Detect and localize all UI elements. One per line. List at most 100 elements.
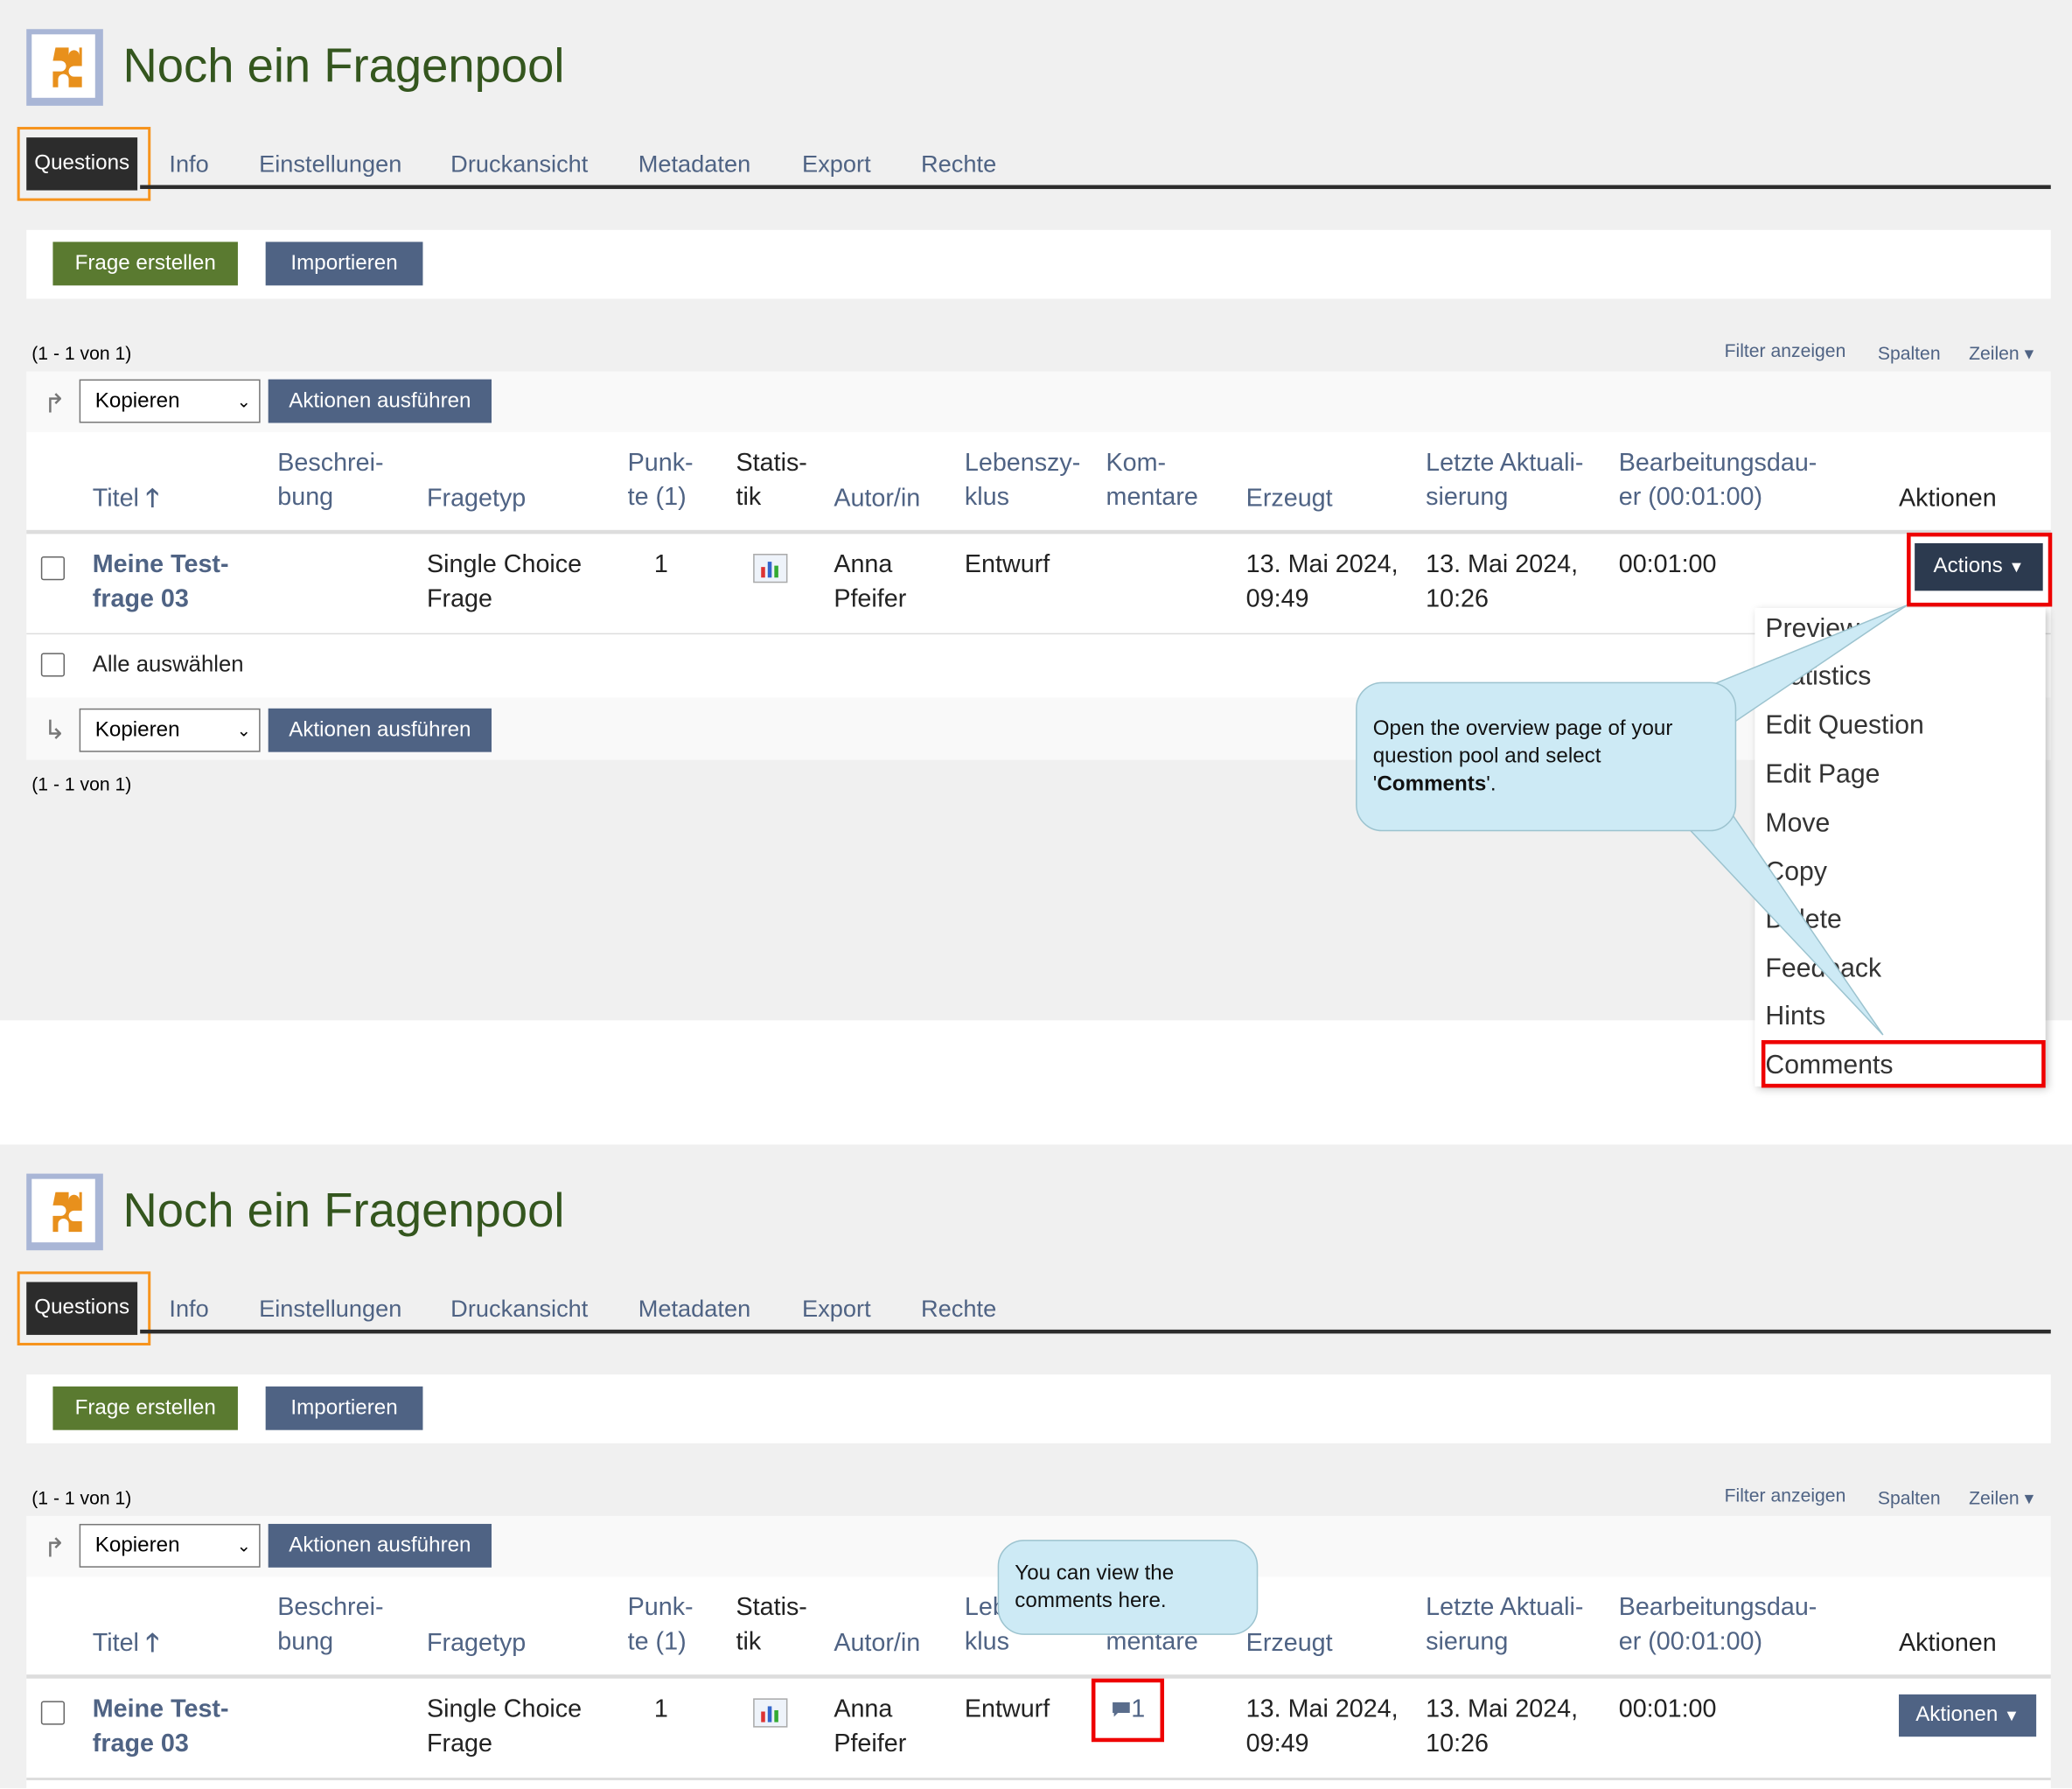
- comments-highlight: [1761, 1039, 2046, 1088]
- bulk-action-select[interactable]: Kopieren ⌄: [79, 379, 261, 423]
- menu-item-move[interactable]: Move: [1765, 807, 1830, 841]
- row-border: [26, 1778, 2051, 1781]
- select-all-label[interactable]: Alle auswählen: [93, 647, 244, 681]
- col-duration[interactable]: Bearbeitungsdau-er (00:01:00): [1619, 447, 1817, 516]
- question-type: Single Choice Frage: [426, 1695, 583, 1758]
- question-points: 1: [653, 551, 668, 579]
- col-comments[interactable]: Kom-mentare: [1106, 447, 1198, 516]
- filter-link[interactable]: Filter anzeigen: [1725, 339, 1846, 362]
- menu-item-statistics[interactable]: Statistics: [1765, 660, 1871, 694]
- statistics-icon[interactable]: [753, 1698, 788, 1728]
- actions-dropdown-button[interactable]: Aktionen ▼: [1899, 1694, 2037, 1737]
- tab-rechte[interactable]: Rechte: [921, 148, 996, 179]
- select-all-checkbox[interactable]: [40, 653, 66, 677]
- columns-link[interactable]: Spalten: [1878, 1485, 1941, 1509]
- col-points[interactable]: Punk-te (1): [628, 1591, 694, 1660]
- tab-druckansicht[interactable]: Druckansicht: [450, 1293, 588, 1324]
- caret-down-icon: ▾: [2024, 342, 2034, 364]
- question-points: 1: [653, 1695, 668, 1724]
- tab-einstellungen[interactable]: Einstellungen: [259, 148, 401, 179]
- arrow-turn-down-right-icon: ↳: [43, 716, 66, 746]
- question-title-link[interactable]: Meine Test-frage 03: [93, 1693, 229, 1762]
- execute-actions-button[interactable]: Aktionen ausführen: [268, 1523, 492, 1568]
- execute-actions-button-bottom[interactable]: Aktionen ausführen: [268, 708, 492, 752]
- col-updated[interactable]: Letzte Aktuali-sierung: [1426, 447, 1583, 516]
- col-created[interactable]: Erzeugt: [1246, 1627, 1333, 1661]
- tab-questions[interactable]: Questions: [26, 137, 138, 191]
- bulk-action-select-bottom[interactable]: Kopieren ⌄: [79, 708, 261, 752]
- row-checkbox[interactable]: [40, 556, 66, 581]
- pager-top: (1 - 1 von 1): [31, 342, 132, 364]
- question-author: Anna Pfeifer: [834, 551, 907, 614]
- question-duration: 00:01:00: [1618, 1695, 1717, 1724]
- import-button[interactable]: Importieren: [265, 241, 423, 286]
- question-created: 13. Mai 2024, 09:49: [1245, 1695, 1399, 1758]
- col-title[interactable]: Titel 🡑: [93, 1627, 159, 1661]
- tab-underline: [140, 1329, 2051, 1334]
- col-actions: Aktionen: [1899, 1629, 1997, 1658]
- question-type: Single Choice Frage: [426, 551, 583, 614]
- col-lifecycle[interactable]: Lebenszy-klus: [965, 447, 1080, 516]
- question-lifecycle: Entwurf: [964, 551, 1050, 579]
- col-updated[interactable]: Letzte Aktuali-sierung: [1426, 1591, 1583, 1660]
- col-author[interactable]: Autor/in: [834, 482, 920, 516]
- question-updated: 13. Mai 2024, 10:26: [1426, 551, 1579, 614]
- row-border: [26, 632, 2051, 635]
- tab-metadaten[interactable]: Metadaten: [638, 1293, 751, 1324]
- caret-down-icon: ▾: [2024, 1486, 2034, 1508]
- question-duration: 00:01:00: [1618, 551, 1717, 579]
- col-author[interactable]: Autor/in: [834, 1627, 920, 1661]
- menu-item-feedback[interactable]: Feedback: [1765, 952, 1881, 986]
- col-type[interactable]: Fragetyp: [427, 482, 526, 516]
- col-type[interactable]: Fragetyp: [427, 1627, 526, 1661]
- chevron-down-icon: ⌄: [236, 391, 252, 411]
- page-title: Noch ein Fragenpool: [122, 1183, 565, 1238]
- columns-link[interactable]: Spalten: [1878, 341, 1941, 365]
- menu-item-edit-page[interactable]: Edit Page: [1765, 758, 1880, 792]
- col-actions: Aktionen: [1899, 485, 1997, 514]
- create-question-button[interactable]: Frage erstellen: [52, 1386, 238, 1430]
- menu-item-delete[interactable]: Delete: [1765, 903, 1841, 937]
- tab-druckansicht[interactable]: Druckansicht: [450, 148, 588, 179]
- col-statistics: Statis-tik: [736, 1594, 807, 1657]
- row-checkbox[interactable]: [40, 1701, 66, 1725]
- rows-dropdown[interactable]: Zeilen ▾: [1969, 1485, 2034, 1509]
- col-duration[interactable]: Bearbeitungsdau-er (00:01:00): [1619, 1591, 1817, 1660]
- tab-export[interactable]: Export: [802, 1293, 871, 1324]
- tab-metadaten[interactable]: Metadaten: [638, 148, 751, 179]
- pager-top: (1 - 1 von 1): [31, 1486, 132, 1508]
- import-button[interactable]: Importieren: [265, 1386, 423, 1430]
- question-created: 13. Mai 2024, 09:49: [1245, 551, 1399, 614]
- menu-item-hints[interactable]: Hints: [1765, 999, 1825, 1033]
- caret-down-icon: ▼: [2003, 1706, 2020, 1725]
- statistics-icon[interactable]: [753, 554, 788, 584]
- page-title: Noch ein Fragenpool: [122, 38, 565, 93]
- create-question-button[interactable]: Frage erstellen: [52, 241, 238, 286]
- tab-questions[interactable]: Questions: [26, 1282, 138, 1335]
- col-statistics: Statis-tik: [736, 449, 807, 512]
- tab-einstellungen[interactable]: Einstellungen: [259, 1293, 401, 1324]
- chevron-down-icon: ⌄: [236, 1535, 252, 1556]
- tab-info[interactable]: Info: [169, 148, 208, 179]
- callout-step-1: Open the overview page of your question p…: [1356, 681, 1737, 832]
- execute-actions-button[interactable]: Aktionen ausführen: [268, 379, 492, 423]
- bulk-action-select[interactable]: Kopieren ⌄: [79, 1523, 261, 1568]
- col-description[interactable]: Beschrei-bung: [277, 447, 383, 516]
- menu-item-copy[interactable]: Copy: [1765, 855, 1827, 889]
- col-description[interactable]: Beschrei-bung: [277, 1591, 383, 1660]
- tab-info[interactable]: Info: [169, 1293, 208, 1324]
- rows-label: Zeilen: [1969, 342, 2020, 364]
- question-title-link[interactable]: Meine Test-frage 03: [93, 549, 229, 618]
- col-created[interactable]: Erzeugt: [1246, 482, 1333, 516]
- tab-rechte[interactable]: Rechte: [921, 1293, 996, 1324]
- col-points[interactable]: Punk-te (1): [628, 447, 694, 516]
- table-header-border: [26, 1674, 2051, 1679]
- rows-dropdown[interactable]: Zeilen ▾: [1969, 341, 2034, 365]
- question-pool-icon: [26, 1173, 103, 1251]
- tab-export[interactable]: Export: [802, 148, 871, 179]
- filter-link[interactable]: Filter anzeigen: [1725, 1483, 1846, 1506]
- menu-item-edit-question[interactable]: Edit Question: [1765, 709, 1923, 743]
- menu-item-preview[interactable]: Preview: [1765, 612, 1859, 646]
- question-pool-icon: [26, 29, 103, 106]
- col-title[interactable]: Titel 🡑: [93, 482, 159, 516]
